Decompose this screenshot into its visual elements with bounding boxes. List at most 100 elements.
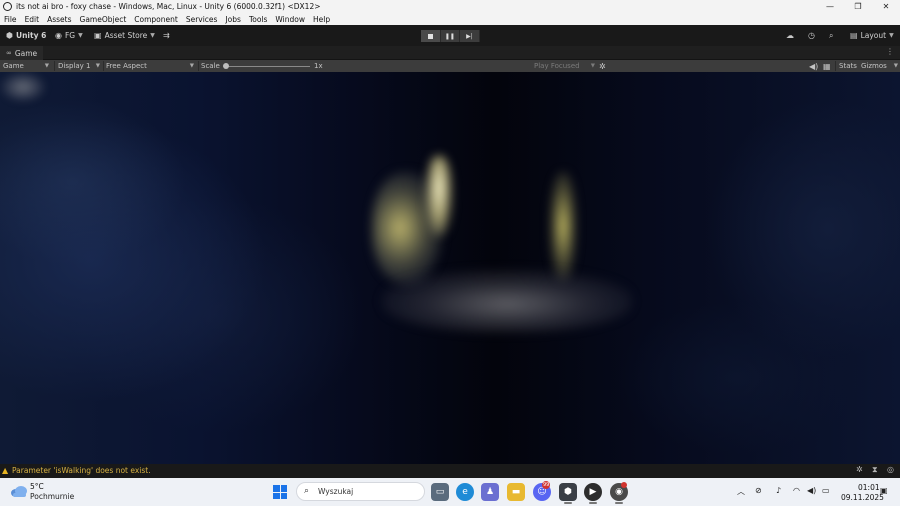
- gizmos-dropdown[interactable]: Gizmos ▼: [861, 60, 899, 72]
- close-button[interactable]: ✕: [872, 0, 900, 13]
- menu-file[interactable]: File: [4, 15, 17, 24]
- chevron-down-icon: ▼: [150, 32, 155, 39]
- teams-icon[interactable]: ♟: [481, 483, 499, 501]
- active-app-indicator: [615, 502, 623, 504]
- title-bar: its not ai bro - foxy chase - Windows, M…: [0, 0, 900, 13]
- undo-history-button[interactable]: ◷: [808, 29, 818, 42]
- active-app-indicator: [589, 502, 597, 504]
- chevron-up-icon[interactable]: ︿: [737, 486, 745, 497]
- volume-icon[interactable]: ◀): [807, 486, 816, 495]
- windows-logo-icon: [273, 485, 280, 492]
- edge-browser-icon[interactable]: e: [456, 483, 474, 501]
- play-mode-dropdown[interactable]: Play Focused ▼: [534, 60, 596, 72]
- divider: [198, 61, 199, 71]
- menu-help[interactable]: Help: [313, 15, 330, 24]
- search-icon: ⌕: [304, 486, 310, 496]
- unity-cube-icon: ⬢: [6, 31, 13, 40]
- account-dropdown[interactable]: ◉ FG ▼: [55, 29, 83, 42]
- menu-services[interactable]: Services: [186, 15, 218, 24]
- playmode-controls: ❚❚ ▶|: [421, 30, 480, 42]
- tab-bar: ∞ Game ⋮: [0, 46, 900, 60]
- mute-audio-icon[interactable]: ◀): [809, 60, 818, 72]
- main-toolbar: ⬢ Unity 6 ◉ FG ▼ ▣ Asset Store ▼ ⇉ ❚❚ ▶|…: [0, 25, 900, 46]
- search-button[interactable]: ⌕: [829, 29, 836, 42]
- auto-refresh-icon[interactable]: ◎: [887, 465, 894, 474]
- more-options-icon[interactable]: ⋮: [886, 47, 894, 56]
- notifications-icon[interactable]: ▣: [880, 486, 888, 495]
- stats-button[interactable]: Stats: [839, 60, 857, 72]
- game-view-controls: Game ▼ Display 1 ▼ Free Aspect ▼ Scale 1…: [0, 60, 900, 72]
- aspect-dropdown[interactable]: Free Aspect ▼: [106, 60, 196, 72]
- file-explorer-icon[interactable]: ▬: [507, 483, 525, 501]
- no-location-icon[interactable]: ⊘: [755, 486, 762, 495]
- game-viewport[interactable]: [0, 72, 900, 464]
- bug-icon[interactable]: ✲: [599, 60, 606, 72]
- layout-label: Layout: [860, 31, 887, 40]
- gamepad-icon: ∞: [6, 49, 12, 57]
- wifi-icon[interactable]: ◠: [793, 486, 800, 495]
- menu-window[interactable]: Window: [275, 15, 305, 24]
- lit-doorway-right: [550, 172, 576, 280]
- tab-game[interactable]: ∞ Game: [0, 46, 44, 60]
- menu-assets[interactable]: Assets: [47, 15, 71, 24]
- stop-icon: [427, 33, 433, 39]
- scale-slider-thumb[interactable]: [223, 63, 229, 69]
- step-button[interactable]: ▶|: [460, 30, 480, 42]
- unity-version-button[interactable]: ⬢ Unity 6: [6, 29, 46, 42]
- menu-gameobject[interactable]: GameObject: [80, 15, 127, 24]
- weather-temperature[interactable]: 5°C: [30, 482, 44, 491]
- warning-icon: ▲: [2, 466, 9, 475]
- view-mode-label: Game: [3, 62, 24, 70]
- task-view-icon[interactable]: ▭: [431, 483, 449, 501]
- taskbar-search-box[interactable]: ⌕ Wyszukaj: [296, 482, 425, 501]
- media-player-icon[interactable]: ▶: [584, 483, 602, 501]
- taskbar: 5°C Pochmurnie ⌕ Wyszukaj ▭ e ♟ ▬ ☺ 99 ⬢…: [0, 478, 900, 506]
- clock-time[interactable]: 01:01: [858, 483, 880, 492]
- asset-store-dropdown[interactable]: ▣ Asset Store ▼: [94, 29, 155, 42]
- minimize-button[interactable]: —: [816, 0, 844, 13]
- search-icon: ⌕: [829, 30, 834, 40]
- lit-floor: [382, 270, 632, 332]
- view-mode-dropdown[interactable]: Game ▼: [3, 60, 51, 72]
- microphone-icon[interactable]: ♪: [776, 486, 781, 495]
- shopping-bag-icon: ▣: [94, 31, 102, 40]
- console-status-bar[interactable]: ▲ Parameter 'isWalking' does not exist. …: [0, 464, 900, 478]
- step-icon: ▶|: [466, 32, 473, 40]
- debug-off-icon[interactable]: ✲: [856, 465, 863, 474]
- menu-jobs[interactable]: Jobs: [225, 15, 240, 24]
- frame-debugger-icon[interactable]: ▦: [823, 60, 831, 72]
- pause-button[interactable]: ❚❚: [440, 30, 461, 42]
- cloud-button[interactable]: ☁: [786, 29, 797, 42]
- display-dropdown[interactable]: Display 1 ▼: [58, 60, 101, 72]
- clock-date[interactable]: 09.11.2025: [841, 493, 884, 502]
- weather-description[interactable]: Pochmurnie: [30, 492, 74, 501]
- window-controls: — ❐ ✕: [816, 0, 900, 13]
- menu-tools[interactable]: Tools: [249, 15, 267, 24]
- divider: [103, 61, 104, 71]
- scale-slider-track[interactable]: [226, 65, 310, 67]
- unity-hub-icon[interactable]: ⬢: [559, 483, 577, 501]
- cloud-icon[interactable]: [10, 484, 28, 498]
- window-title: its not ai bro - foxy chase - Windows, M…: [16, 2, 321, 11]
- progress-icon[interactable]: ⧗: [872, 465, 878, 475]
- version-control-button[interactable]: ⇉: [163, 29, 173, 42]
- windows-start-button[interactable]: [273, 485, 287, 499]
- light-source: [426, 156, 452, 236]
- asset-store-label: Asset Store: [104, 31, 148, 40]
- history-icon: ◷: [808, 31, 815, 40]
- chevron-down-icon: ▼: [893, 63, 898, 69]
- console-message[interactable]: Parameter 'isWalking' does not exist.: [12, 466, 151, 475]
- battery-icon[interactable]: ▭: [822, 486, 830, 495]
- menu-component[interactable]: Component: [134, 15, 178, 24]
- layout-icon: ▤: [850, 31, 858, 40]
- notification-badge: 99: [542, 481, 551, 489]
- maximize-button[interactable]: ❐: [844, 0, 872, 13]
- gizmos-label: Gizmos: [861, 62, 887, 70]
- divider: [835, 61, 836, 71]
- stop-button[interactable]: [421, 30, 441, 42]
- menu-edit[interactable]: Edit: [25, 15, 40, 24]
- unity-version-label: Unity 6: [15, 31, 47, 40]
- chevron-down-icon: ▼: [590, 63, 595, 69]
- layout-dropdown[interactable]: ▤ Layout ▼: [850, 29, 894, 42]
- search-placeholder: Wyszukaj: [318, 487, 354, 496]
